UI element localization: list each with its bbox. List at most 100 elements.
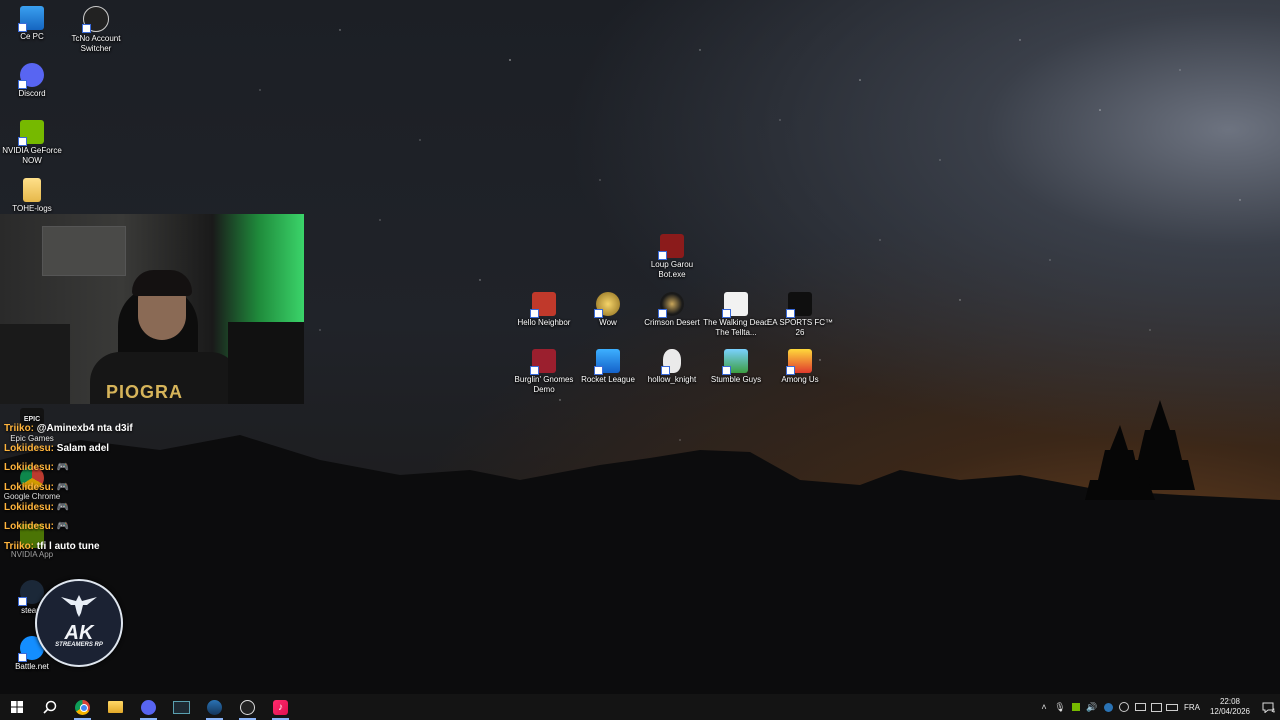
taskbar-steam[interactable] xyxy=(198,694,231,720)
desktop-icon-ea-sports-fc[interactable]: EA SPORTS FC™ 26 xyxy=(765,292,835,338)
chat-username: Lokiidesu: xyxy=(4,442,55,454)
desktop-icon-label: Battle.net xyxy=(15,662,49,671)
desktop-icon-hello-neighbor[interactable]: Hello Neighbor xyxy=(509,292,579,328)
nvidia-tray-icon[interactable] xyxy=(1068,694,1084,720)
search-button[interactable] xyxy=(33,694,66,720)
tcno-icon xyxy=(82,6,109,33)
walking-dead-icon xyxy=(722,292,748,318)
taskbar-tiktok-live[interactable]: ♪ xyxy=(264,694,297,720)
desktop-icon-hollow-knight[interactable]: hollow_knight xyxy=(637,349,707,385)
chat-text: 🎮 xyxy=(56,521,70,533)
desktop-icon-walking-dead[interactable]: The Walking Dead The Tellta... xyxy=(701,292,771,338)
stream-chat-overlay: Triiko: @Aminexb4 nta d3if Lokiidesu: Sa… xyxy=(4,423,264,561)
desktop-icon-label: Burglin' Gnomes Demo xyxy=(514,375,574,394)
desktop-icon-stumble-guys[interactable]: Stumble Guys xyxy=(701,349,771,385)
chat-message: Lokiidesu: 🎮 xyxy=(4,521,264,541)
notification-center-button[interactable]: 4 xyxy=(1256,694,1280,720)
ea-fc-icon xyxy=(786,292,812,318)
desktop-icon-label: NVIDIA GeForce NOW xyxy=(2,146,62,165)
chat-message: Triiko: @Aminexb4 nta d3if xyxy=(4,423,264,443)
taskbar-chrome[interactable] xyxy=(66,694,99,720)
desktop-icon-loup-garou-bot[interactable]: Loup Garou Bot.exe xyxy=(637,234,707,280)
discord-icon xyxy=(18,63,44,89)
clock[interactable]: 22:08 12/04/2026 xyxy=(1204,697,1256,717)
chat-text: tfi l auto tune xyxy=(36,541,100,553)
chat-message: Triiko: tfi l auto tune xyxy=(4,541,264,561)
nvidia-icon xyxy=(18,120,44,146)
steam-icon xyxy=(207,699,222,715)
logo-title: AK xyxy=(64,622,94,644)
volume-icon[interactable]: 🔊 xyxy=(1084,694,1100,720)
chat-message: Lokiidesu: Salam adel xyxy=(4,443,264,463)
desktop-icon-ce-pc[interactable]: Ce PC xyxy=(0,6,67,42)
desktop-icon-label: Hello Neighbor xyxy=(517,318,571,327)
chat-username: Lokiidesu: xyxy=(4,462,55,474)
chat-username: Lokiidesu: xyxy=(4,501,55,513)
file-explorer-icon xyxy=(108,701,123,713)
stumble-guys-icon xyxy=(722,349,748,375)
terminal-icon xyxy=(173,700,190,714)
crimson-desert-icon xyxy=(658,292,684,318)
shirt-print: PIOGRA xyxy=(106,382,184,402)
chat-text: Salam adel xyxy=(56,442,110,454)
chat-message: Lokiidesu: 🎮 xyxy=(4,502,264,522)
desktop-icon-label: Rocket League xyxy=(581,375,635,384)
chat-username: Lokiidesu: xyxy=(4,482,55,494)
desktop-icon-tohe-logs[interactable]: TOHE-logs xyxy=(0,178,67,214)
folder-icon xyxy=(23,178,41,202)
taskbar: ♪ ˄ 🎙 🔊 FRA 22:08 12/04/2026 4 xyxy=(0,694,1280,720)
keyboard-icon[interactable] xyxy=(1132,694,1148,720)
hello-neighbor-icon xyxy=(530,292,556,318)
obs-tray-icon[interactable] xyxy=(1116,694,1132,720)
chat-message: Lokiidesu: 🎮 xyxy=(4,462,264,482)
desktop-icon-rocket-league[interactable]: Rocket League xyxy=(573,349,643,385)
start-button[interactable] xyxy=(0,694,33,720)
desktop-icon-burglin-gnomes[interactable]: Burglin' Gnomes Demo xyxy=(509,349,579,395)
desktop-icon-label: Among Us xyxy=(781,375,819,384)
desktop-icon-crimson-desert[interactable]: Crimson Desert xyxy=(637,292,707,328)
chat-text: @Aminexb4 nta d3if xyxy=(36,423,133,434)
tray-overflow-chevron-icon[interactable]: ˄ xyxy=(1036,694,1052,720)
monitor-icon xyxy=(18,6,44,32)
network-icon[interactable] xyxy=(1148,694,1164,720)
gnomes-icon xyxy=(530,349,556,375)
chat-username: Triiko: xyxy=(4,541,35,553)
webcam-overlay: PIOGRA xyxy=(0,214,304,404)
steam-tray-icon[interactable] xyxy=(1100,694,1116,720)
input-language-indicator[interactable]: FRA xyxy=(1180,703,1204,712)
chat-text: 🎮 xyxy=(56,501,70,513)
windows-start-icon xyxy=(10,701,23,713)
taskbar-file-explorer[interactable] xyxy=(99,694,132,720)
desktop-icon-label: EA SPORTS FC™ 26 xyxy=(766,318,834,337)
desktop-icon-tcno[interactable]: TcNo Account Switcher xyxy=(61,6,131,54)
tiktok-live-icon: ♪ xyxy=(273,699,288,715)
notification-badge: 4 xyxy=(1271,709,1275,715)
taskbar-terminal[interactable] xyxy=(165,694,198,720)
taskbar-discord[interactable] xyxy=(132,694,165,720)
desktop-icon-label: Wow xyxy=(599,318,617,327)
hollow-knight-icon xyxy=(661,349,681,375)
microphone-icon[interactable]: 🎙 xyxy=(1052,694,1068,720)
desktop-icon-label: TcNo Account Switcher xyxy=(71,34,121,53)
taskbar-obs[interactable] xyxy=(231,694,264,720)
chat-text: 🎮 xyxy=(56,462,70,474)
desktop-icon-label: The Walking Dead The Tellta... xyxy=(703,318,769,337)
desktop-icon-wow[interactable]: Wow xyxy=(573,292,643,328)
desktop-icon-label: hollow_knight xyxy=(647,375,697,384)
desktop-icon-discord[interactable]: Discord xyxy=(0,63,67,99)
desktop-icon-among-us[interactable]: Among Us xyxy=(765,349,835,385)
search-icon xyxy=(42,700,56,714)
among-us-icon xyxy=(786,349,812,375)
desktop-icon-label: Discord xyxy=(18,89,46,98)
chat-username: Triiko: xyxy=(4,423,35,434)
wow-icon xyxy=(594,292,620,318)
discord-icon xyxy=(141,699,156,715)
obs-icon xyxy=(240,699,255,715)
clock-time: 22:08 xyxy=(1219,697,1241,706)
desktop-icon-label: Crimson Desert xyxy=(644,318,700,327)
rocket-league-icon xyxy=(594,349,620,375)
desktop-icon-nvidia-geforce-now[interactable]: NVIDIA GeForce NOW xyxy=(0,120,67,166)
battery-icon[interactable] xyxy=(1164,694,1180,720)
wolf-bot-icon xyxy=(658,234,684,260)
chat-text: 🎮 xyxy=(56,482,70,494)
